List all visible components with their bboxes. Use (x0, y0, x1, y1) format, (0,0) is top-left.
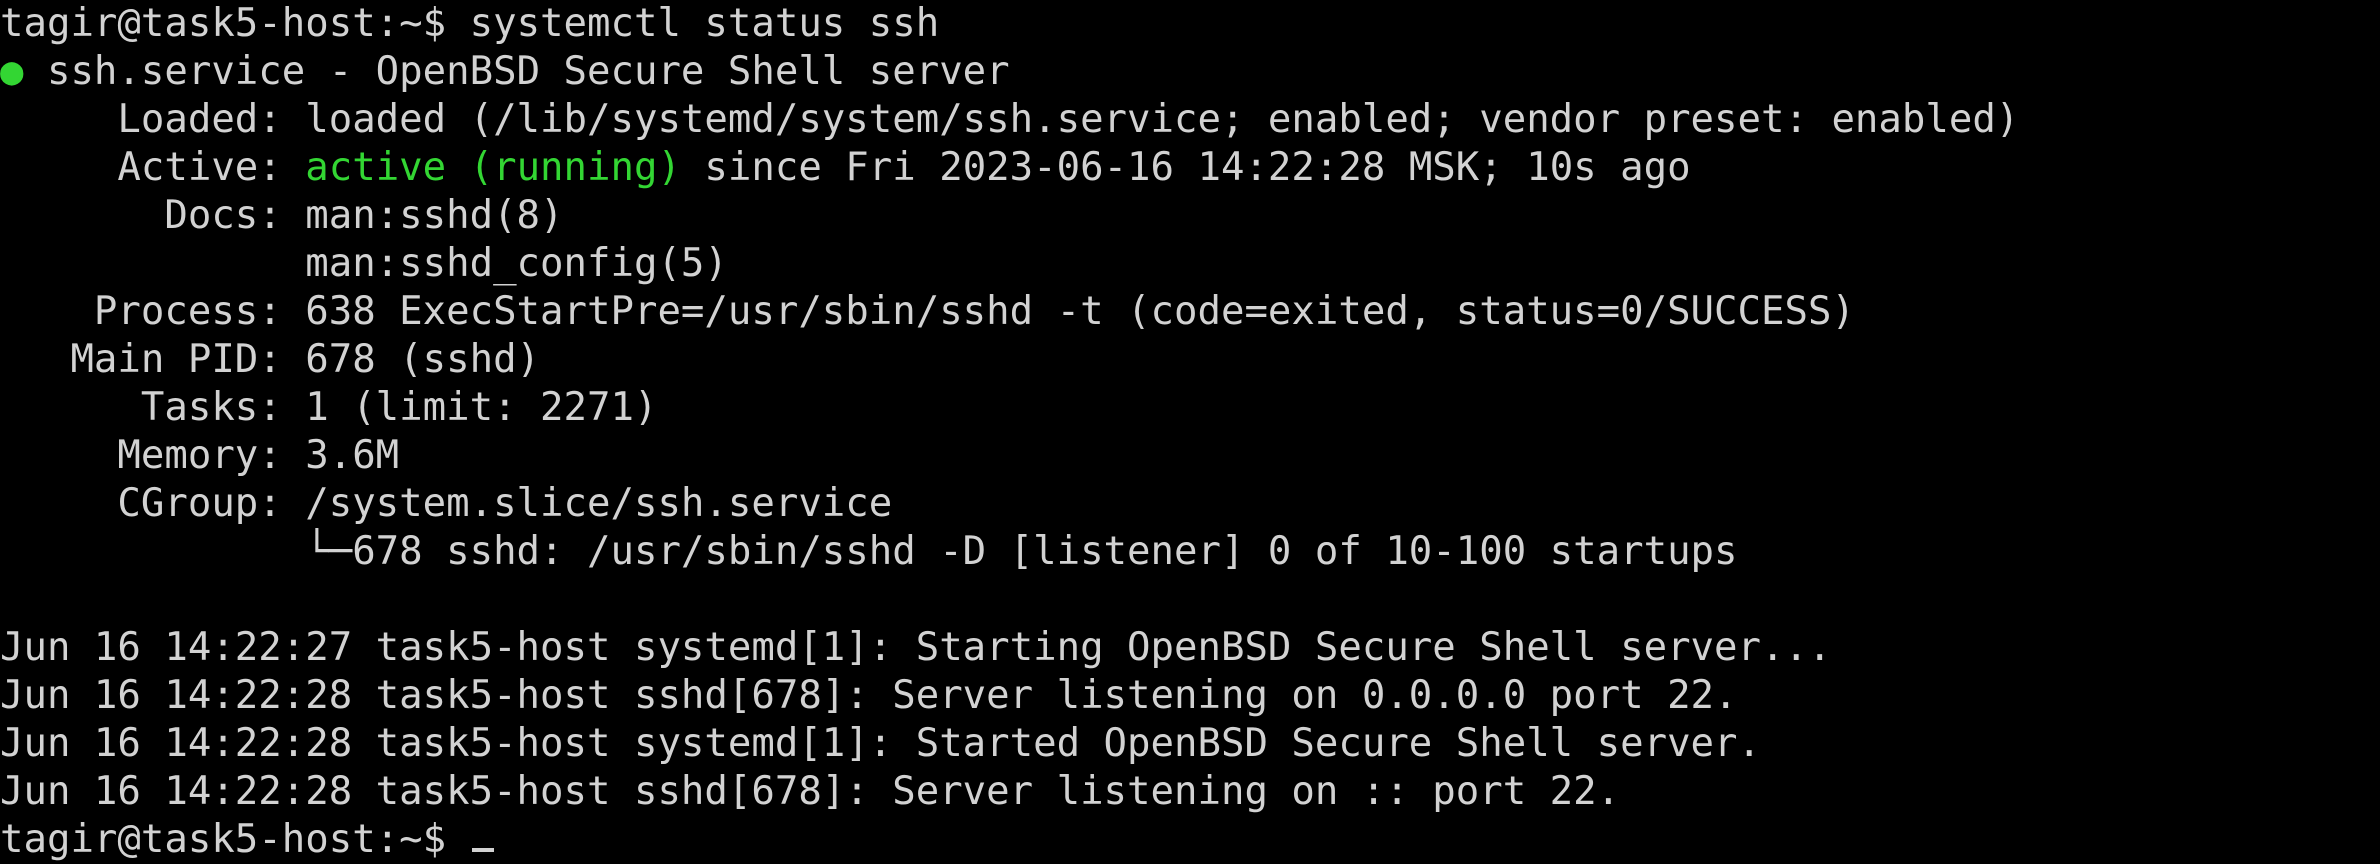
active-line: Active: active (running) since Fri 2023-… (0, 144, 2380, 192)
log-line: Jun 16 14:22:28 task5-host systemd[1]: S… (0, 721, 1761, 766)
terminal-window[interactable]: tagir@task5-host:~$ systemctl status ssh… (0, 0, 2380, 862)
active-state: active (running) (305, 145, 681, 190)
cgroup-child-line: └─678 sshd: /usr/sbin/sshd -D [listener]… (0, 529, 1738, 574)
unit-title: ssh.service - OpenBSD Secure Shell serve… (23, 49, 1010, 94)
loaded-line: Loaded: loaded (/lib/systemd/system/ssh.… (0, 97, 2020, 142)
tasks-line: Tasks: 1 (limit: 2271) (0, 385, 658, 430)
active-label: Active: (0, 145, 306, 190)
shell-prompt: tagir@task5-host:~$ (0, 817, 470, 862)
cgroup-line: CGroup: /system.slice/ssh.service (0, 481, 893, 526)
log-line: Jun 16 14:22:28 task5-host sshd[678]: Se… (0, 673, 1738, 718)
status-dot-icon: ● (0, 49, 24, 94)
process-line: Process: 638 ExecStartPre=/usr/sbin/sshd… (0, 289, 1855, 334)
command-text: systemctl status ssh (469, 1, 940, 46)
input-line[interactable]: tagir@task5-host:~$ (0, 816, 2380, 864)
shell-prompt: tagir@task5-host:~$ (0, 1, 470, 46)
log-line: Jun 16 14:22:27 task5-host systemd[1]: S… (0, 625, 1832, 670)
main-pid-line: Main PID: 678 (sshd) (0, 337, 541, 382)
unit-title-line: ● ssh.service - OpenBSD Secure Shell ser… (0, 48, 2380, 96)
text-cursor (471, 848, 494, 852)
memory-line: Memory: 3.6M (0, 433, 400, 478)
active-since: since Fri 2023-06-16 14:22:28 MSK; 10s a… (680, 145, 1691, 190)
docs-line-1: Docs: man:sshd(8) (0, 193, 564, 238)
command-line: tagir@task5-host:~$ systemctl status ssh (0, 0, 2380, 48)
log-line: Jun 16 14:22:28 task5-host sshd[678]: Se… (0, 769, 1621, 814)
docs-line-2: man:sshd_config(5) (0, 241, 728, 286)
